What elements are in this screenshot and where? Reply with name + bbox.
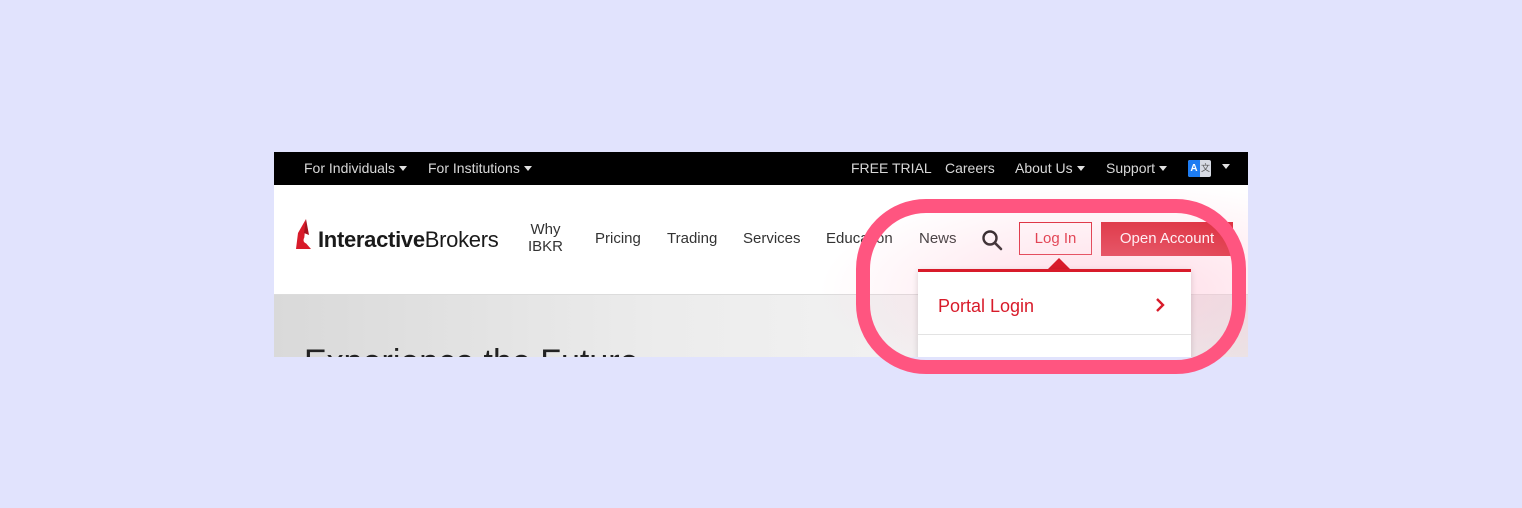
open-account-button[interactable]: Open Account bbox=[1101, 222, 1233, 256]
chevron-right-icon bbox=[1156, 298, 1165, 312]
logo-text-regular: Brokers bbox=[424, 227, 499, 252]
menu-label: Support bbox=[1106, 160, 1156, 176]
nav-trading[interactable]: Trading bbox=[667, 230, 717, 247]
log-in-button[interactable]: Log In bbox=[1019, 222, 1092, 255]
ib-logo-mark-icon bbox=[296, 219, 311, 249]
free-trial-link[interactable]: FREE TRIAL bbox=[851, 160, 932, 176]
for-individuals-menu[interactable]: For Individuals bbox=[304, 160, 408, 176]
nav-why-ibkr[interactable]: Why IBKR bbox=[528, 221, 563, 255]
logo-text: InteractiveBrokers bbox=[318, 227, 499, 253]
hero-title: Experience the Future bbox=[304, 343, 639, 357]
nav-pricing[interactable]: Pricing bbox=[595, 230, 641, 247]
about-us-menu[interactable]: About Us bbox=[1015, 160, 1085, 176]
portal-login-label: Portal Login bbox=[938, 296, 1035, 316]
support-menu[interactable]: Support bbox=[1106, 160, 1168, 176]
nav-why-line1: Why bbox=[530, 221, 561, 238]
dropdown-pointer bbox=[1048, 258, 1070, 269]
nav-services[interactable]: Services bbox=[743, 230, 801, 247]
nav-news[interactable]: News bbox=[919, 230, 957, 247]
caret-down-icon bbox=[1159, 166, 1168, 171]
translate-zh-glyph: 文 bbox=[1200, 163, 1210, 173]
logo-text-bold: Interactive bbox=[318, 227, 425, 252]
caret-down-icon bbox=[399, 166, 408, 171]
caret-down-icon bbox=[523, 166, 532, 171]
nav-why-line2: IBKR bbox=[528, 238, 564, 255]
careers-link[interactable]: Careers bbox=[945, 160, 995, 176]
portal-login-item[interactable]: Portal Login bbox=[918, 272, 1191, 335]
top-utility-bar: For Individuals For Institutions FREE TR… bbox=[274, 152, 1248, 185]
nav-education[interactable]: Education bbox=[826, 230, 893, 247]
menu-label: About Us bbox=[1015, 160, 1073, 176]
browser-page: For Individuals For Institutions FREE TR… bbox=[274, 152, 1248, 357]
translate-a-glyph: A bbox=[1188, 160, 1200, 177]
for-institutions-menu[interactable]: For Institutions bbox=[428, 160, 532, 176]
login-dropdown-menu: Portal Login bbox=[918, 269, 1191, 357]
caret-down-icon bbox=[1076, 166, 1085, 171]
menu-label: For Individuals bbox=[304, 160, 396, 176]
search-icon[interactable] bbox=[981, 229, 1003, 251]
menu-label: For Institutions bbox=[428, 160, 520, 176]
language-caret-down-icon[interactable] bbox=[1222, 164, 1230, 169]
translate-icon[interactable]: A文 bbox=[1188, 160, 1211, 177]
